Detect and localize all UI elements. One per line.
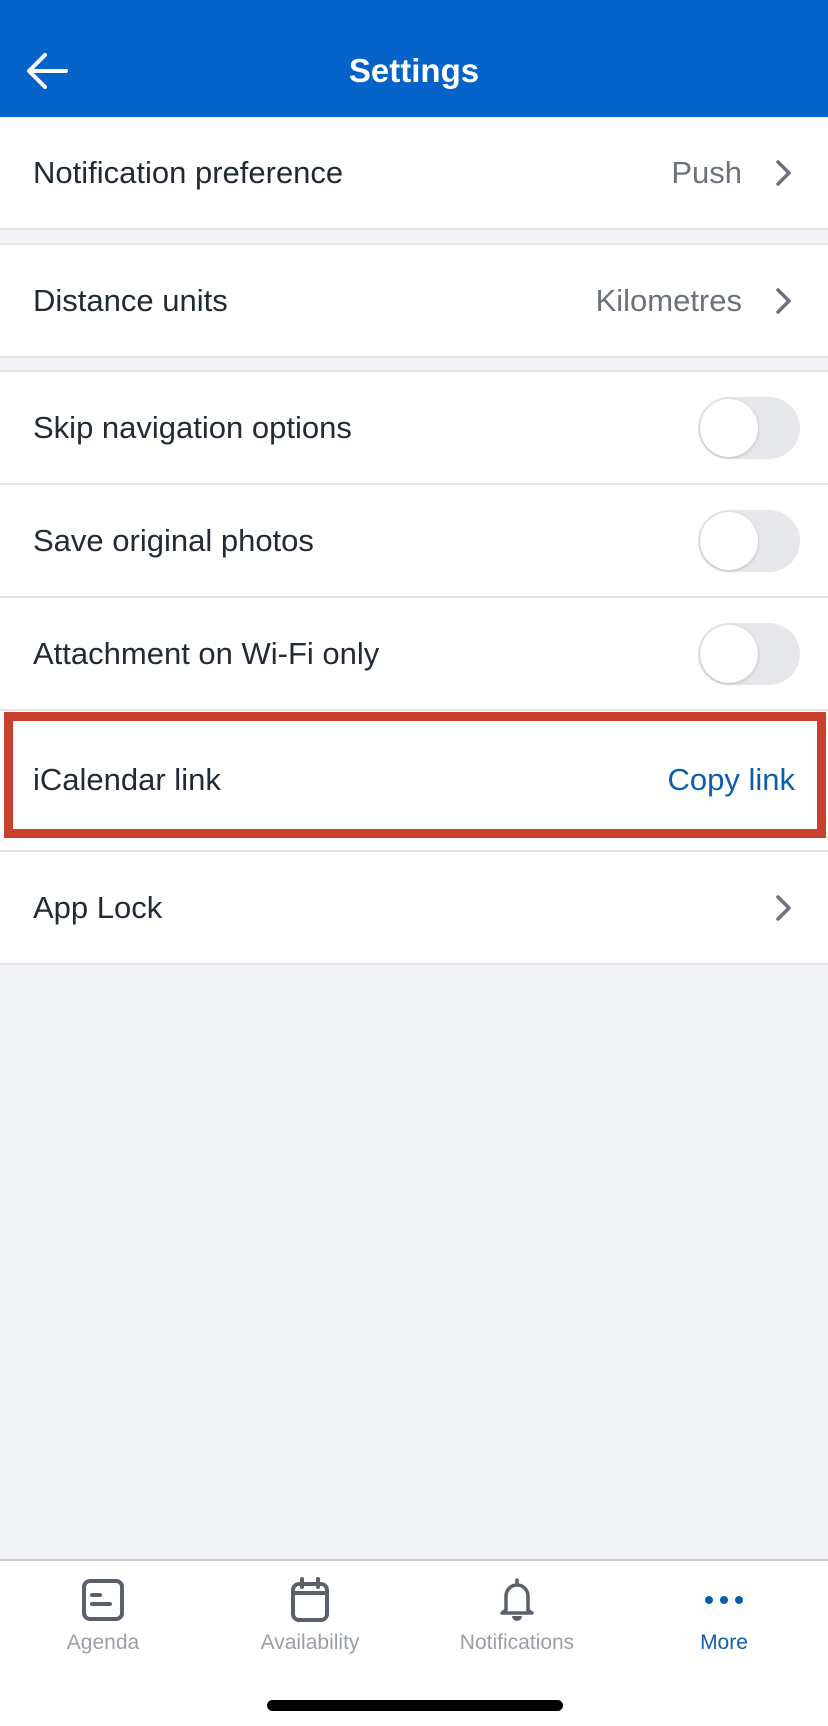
tab-availability[interactable]: Availability [220, 1577, 400, 1667]
distance-units-label: Distance units [33, 282, 228, 318]
wifi-only-row: Attachment on Wi-Fi only [0, 598, 828, 711]
chevron-right-icon [776, 159, 791, 186]
wifi-only-label: Attachment on Wi-Fi only [33, 635, 380, 671]
chevron-right-icon [776, 287, 791, 314]
skip-navigation-label: Skip navigation options [33, 409, 352, 445]
tab-label: Notifications [459, 1631, 575, 1654]
save-original-photos-toggle[interactable] [698, 509, 800, 572]
header-bar: Settings [0, 0, 828, 117]
icalendar-row: iCalendar link Copy link [0, 711, 828, 851]
notification-preference-value: Push [671, 154, 742, 190]
page-title: Settings [348, 52, 480, 89]
save-original-photos-label: Save original photos [33, 522, 314, 558]
toggle-knob [700, 511, 758, 570]
tab-label: Availability [260, 1631, 360, 1654]
skip-navigation-toggle[interactable] [698, 396, 800, 459]
more-dots-icon [705, 1596, 743, 1604]
notification-preference-row[interactable]: Notification preference Push [0, 117, 828, 230]
toggle-knob [700, 398, 758, 457]
tab-notifications[interactable]: Notifications [427, 1577, 607, 1667]
agenda-icon [82, 1579, 124, 1621]
chevron-right-icon [776, 894, 791, 921]
app-lock-row[interactable]: App Lock [0, 850, 828, 965]
skip-navigation-row: Skip navigation options [0, 370, 828, 485]
icalendar-label: iCalendar link [33, 762, 221, 797]
copy-link-button[interactable]: Copy link [668, 762, 796, 798]
distance-units-row[interactable]: Distance units Kilometres [0, 243, 828, 358]
home-indicator[interactable] [267, 1700, 563, 1711]
wifi-only-toggle[interactable] [698, 622, 800, 685]
tab-more[interactable]: More [634, 1577, 814, 1667]
notification-preference-label: Notification preference [33, 154, 344, 190]
bell-icon [500, 1578, 534, 1621]
tab-label: Agenda [66, 1631, 140, 1654]
save-original-photos-row: Save original photos [0, 485, 828, 598]
calendar-icon [291, 1577, 329, 1622]
settings-screen: Settings Notification preference Push Di… [0, 0, 828, 1726]
tab-agenda[interactable]: Agenda [13, 1577, 193, 1667]
tab-label: More [700, 1631, 748, 1654]
app-lock-label: App Lock [33, 889, 163, 925]
toggle-knob [700, 624, 758, 683]
distance-units-value: Kilometres [595, 282, 742, 318]
